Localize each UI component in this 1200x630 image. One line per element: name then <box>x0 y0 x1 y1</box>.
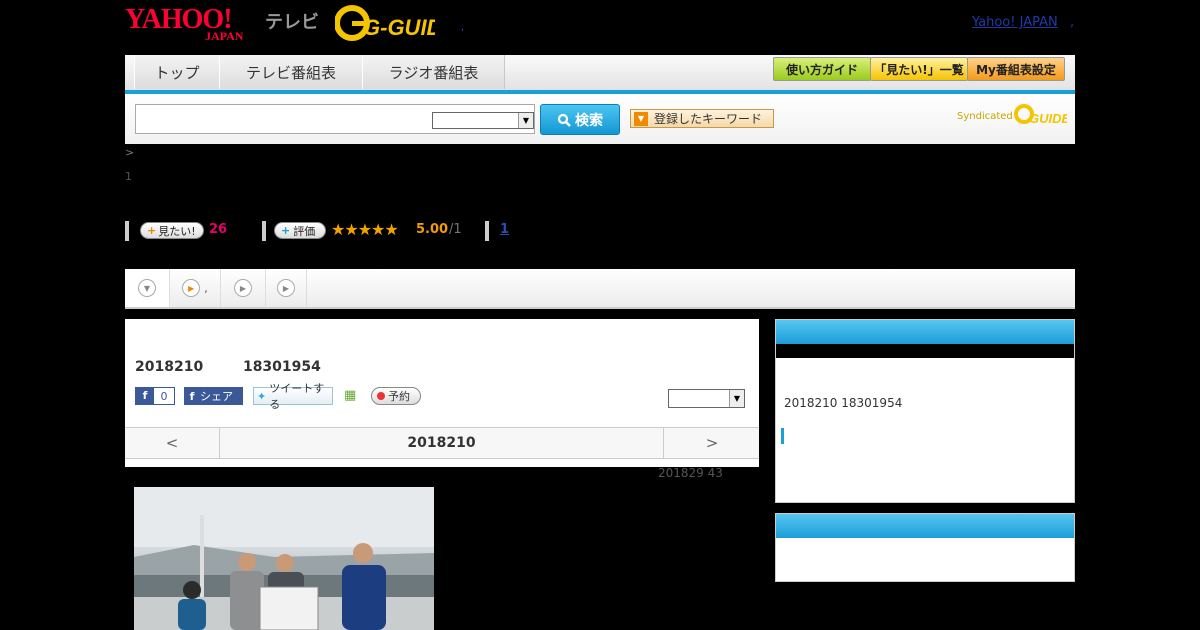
rate-label: 評価 <box>293 224 316 238</box>
tab-fourth[interactable]: ▶ <box>266 269 307 307</box>
syndicated-label: Syndicated <box>957 111 1013 122</box>
tab-third[interactable]: ▶ <box>221 269 266 307</box>
global-nav: トップ テレビ番組表 ラジオ番組表 使い方ガイド 「見たい!」一覧 My番組表設… <box>125 55 1075 94</box>
page-number: 1 <box>125 170 132 183</box>
nav-tab-tv-schedule[interactable]: テレビ番組表 <box>219 55 363 89</box>
nav-tab-radio-schedule[interactable]: ラジオ番組表 <box>362 55 505 89</box>
review-count-link[interactable]: 1 <box>500 222 509 237</box>
rating-total: /1 <box>449 222 462 237</box>
japan-logo-text: JAPAN <box>205 29 244 43</box>
search-icon <box>557 113 571 127</box>
tweet-label: ツイートする <box>269 382 325 411</box>
search-button-label: 検索 <box>575 112 603 129</box>
program-tabs: ▼ ▶ , ▶ ▶ <box>125 269 1075 309</box>
side-secondary-panel <box>775 513 1075 582</box>
reserve-label: 予約 <box>388 390 410 403</box>
want-count: 26 <box>209 222 228 237</box>
episode-title: 2018210 18301954 <box>135 359 321 375</box>
gguide-logo[interactable]: G-GUIDE <box>334 5 458 41</box>
side-info-text: 2018210 18301954 <box>784 396 903 410</box>
rating-score: 5.00 <box>416 222 449 237</box>
tab-second-suffix: , <box>204 281 208 295</box>
want-to-watch-label: 見たい! <box>158 224 196 238</box>
play-icon: ▶ <box>182 279 201 297</box>
divider <box>485 221 489 241</box>
yahoo-japan-link[interactable]: Yahoo! JAPAN <box>972 15 1058 30</box>
next-date-button[interactable]: > <box>663 428 760 458</box>
tweet-button[interactable]: ✦ ツイートする <box>253 382 333 411</box>
facebook-count: 0 <box>160 389 168 403</box>
registered-keywords-button[interactable]: ▼ 登録したキーワード <box>630 109 774 128</box>
tab-overview[interactable]: ▼ <box>125 269 170 307</box>
reserve-button[interactable]: 予約 <box>371 387 421 405</box>
episode-panel: 2018210 18301954 f 0 f シェア ✦ ツイートする ▦ 予約… <box>125 319 759 467</box>
nav-tab-top[interactable]: トップ <box>134 55 220 89</box>
triangle-down-icon: ▼ <box>634 111 648 126</box>
facebook-like-button[interactable]: f 0 <box>135 387 175 405</box>
episode-option-select[interactable]: ▼ <box>668 389 745 408</box>
chevron-down-icon: ▼ <box>138 279 156 297</box>
previous-date-button[interactable]: < <box>125 428 220 458</box>
watchlist-button[interactable]: 「見たい!」一覧 <box>870 57 968 81</box>
usage-guide-button[interactable]: 使い方ガイド <box>773 57 871 81</box>
side-panel-header <box>776 514 1074 538</box>
episode-date: 2018210 <box>135 359 204 375</box>
calendar-add-icon[interactable]: ▦ <box>344 388 356 403</box>
facebook-share-label: シェア <box>200 390 233 403</box>
tab-second[interactable]: ▶ , <box>170 269 221 307</box>
side-info-panel: 2018210 18301954 <box>775 319 1075 503</box>
chevron-down-icon: ▼ <box>518 113 533 128</box>
side-panel-header <box>776 320 1074 344</box>
facebook-icon: f <box>189 389 195 403</box>
date-pager: < 2018210 > <box>125 427 759 459</box>
search-button[interactable]: 検索 <box>540 104 620 135</box>
search-category-select[interactable]: ▼ <box>432 112 534 129</box>
gguide-logo-text: G-GUIDE <box>363 15 435 40</box>
rate-button[interactable]: + 評価 <box>274 222 326 239</box>
divider <box>262 221 266 241</box>
side-accent-bar <box>781 428 784 444</box>
my-schedule-settings-button[interactable]: My番組表設定 <box>967 57 1065 81</box>
facebook-share-button[interactable]: f シェア <box>184 387 243 405</box>
play-icon: ▶ <box>277 279 295 297</box>
tv-logo-text: テレビ <box>265 12 319 33</box>
svg-text:GUIDE: GUIDE <box>1029 111 1067 126</box>
facebook-icon: f <box>136 388 154 404</box>
search-bar: ▼ 検索 ▼ 登録したキーワード Syndicated GUIDE <box>125 94 1075 144</box>
record-icon <box>377 392 385 400</box>
chevron-down-icon: ▼ <box>729 390 744 407</box>
plus-icon: + <box>281 224 291 237</box>
plus-icon: + <box>147 224 157 237</box>
rating-stars: ★★★★★ <box>331 220 399 239</box>
pager-date: 2018210 <box>407 435 476 451</box>
divider <box>125 221 129 241</box>
registered-keywords-label: 登録したキーワード <box>654 112 763 126</box>
want-to-watch-button[interactable]: + 見たい! <box>140 222 204 239</box>
twitter-bird-icon: ✦ <box>257 389 267 403</box>
play-icon: ▶ <box>234 279 252 297</box>
program-thumbnail[interactable] <box>134 487 434 630</box>
gguide-small-logo: GUIDE <box>1014 104 1067 126</box>
yahoo-japan-logo[interactable]: YAHOO! JAPAN <box>125 6 263 43</box>
episode-meta: 201829 43 <box>658 466 723 480</box>
breadcrumb[interactable]: > <box>125 146 134 159</box>
episode-time: 18301954 <box>242 359 321 375</box>
